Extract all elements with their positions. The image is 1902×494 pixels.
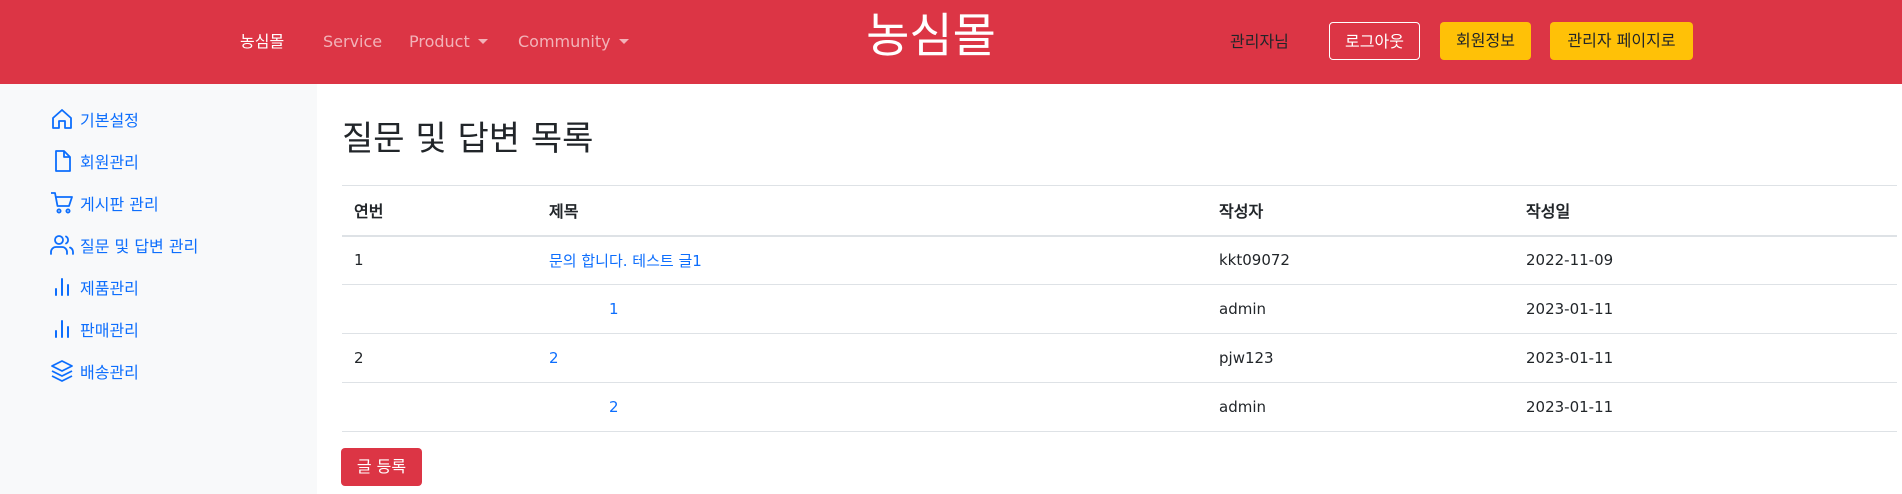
column-header-title: 제목 xyxy=(537,185,1207,237)
user-greeting: 관리자님 xyxy=(1230,32,1289,51)
post-title-link[interactable]: 2 xyxy=(549,349,559,367)
cell-no: 2 xyxy=(342,333,537,383)
cell-no xyxy=(342,284,537,334)
sidebar-item-label: 게시판 관리 xyxy=(80,195,159,214)
cell-author: kkt09072 xyxy=(1207,235,1514,285)
bar-chart-icon xyxy=(55,320,69,338)
cell-author: pjw123 xyxy=(1207,333,1514,383)
main-content: 질문 및 답변 목록 연번 제목 작성자 작성일 1 문의 합니다. 테스트 글… xyxy=(317,84,1902,494)
sidebar-item-label: 판매관리 xyxy=(80,321,139,340)
sidebar-item-sales[interactable]: 판매관리 xyxy=(50,314,139,344)
column-header-author: 작성자 xyxy=(1207,185,1514,237)
sidebar-item-products[interactable]: 제품관리 xyxy=(50,272,139,302)
bar-chart-icon xyxy=(55,278,69,296)
sidebar-item-label: 질문 및 답변 관리 xyxy=(80,237,199,256)
sidebar-item-board[interactable]: 게시판 관리 xyxy=(50,188,159,218)
top-navbar: 농심몰 Service Product Community 농심몰 관리자님 로… xyxy=(0,0,1902,84)
cell-date: 2023-01-11 xyxy=(1514,382,1897,432)
table-row: 1 문의 합니다. 테스트 글1 kkt09072 2022-11-09 xyxy=(342,235,1897,285)
cell-no xyxy=(342,382,537,432)
cell-author: admin xyxy=(1207,284,1514,334)
reply-title-link[interactable]: 2 xyxy=(549,398,619,416)
logout-button[interactable]: 로그아웃 xyxy=(1329,22,1420,60)
cell-date: 2023-01-11 xyxy=(1514,333,1897,383)
cell-title: 2 xyxy=(537,333,1207,383)
sidebar: 기본설정 회원관리 게시판 관리 질문 및 답변 관리 제품관리 판매관리 배송… xyxy=(0,84,317,494)
table-row: 2 2 pjw123 2023-01-11 xyxy=(342,333,1897,383)
cell-title: 1 xyxy=(537,284,1207,334)
reply-title-link[interactable]: 1 xyxy=(549,300,619,318)
sidebar-item-qna[interactable]: 질문 및 답변 관리 xyxy=(50,230,198,260)
cell-title: 문의 합니다. 테스트 글1 xyxy=(537,235,1207,285)
cell-date: 2023-01-11 xyxy=(1514,284,1897,334)
cell-date: 2022-11-09 xyxy=(1514,235,1897,285)
cell-title: 2 xyxy=(537,382,1207,432)
home-icon xyxy=(52,109,72,129)
users-icon xyxy=(50,235,74,255)
member-info-button[interactable]: 회원정보 xyxy=(1440,22,1531,60)
cell-author: admin xyxy=(1207,382,1514,432)
sidebar-item-label: 제품관리 xyxy=(80,279,139,298)
sidebar-item-label: 배송관리 xyxy=(80,363,139,382)
sidebar-item-label: 기본설정 xyxy=(80,111,139,130)
table-row: 2 admin 2023-01-11 xyxy=(342,382,1897,432)
file-icon xyxy=(55,150,71,172)
sidebar-item-basic-settings[interactable]: 기본설정 xyxy=(50,104,139,134)
sidebar-item-members[interactable]: 회원관리 xyxy=(50,146,139,176)
write-post-button[interactable]: 글 등록 xyxy=(341,448,422,486)
admin-page-button[interactable]: 관리자 페이지로 xyxy=(1550,22,1693,60)
cart-icon xyxy=(51,192,73,214)
page-title: 질문 및 답변 목록 xyxy=(342,119,594,159)
column-header-date: 작성일 xyxy=(1514,185,1897,237)
qna-table: 연번 제목 작성자 작성일 1 문의 합니다. 테스트 글1 kkt09072 … xyxy=(342,185,1897,432)
post-title-link[interactable]: 문의 합니다. 테스트 글1 xyxy=(549,252,702,270)
table-row: 1 admin 2023-01-11 xyxy=(342,284,1897,334)
sidebar-item-label: 회원관리 xyxy=(80,153,139,172)
column-header-no: 연번 xyxy=(342,185,537,237)
table-header-row: 연번 제목 작성자 작성일 xyxy=(342,185,1897,237)
sidebar-item-delivery[interactable]: 배송관리 xyxy=(50,356,139,386)
layers-icon xyxy=(51,360,73,382)
cell-no: 1 xyxy=(342,235,537,285)
